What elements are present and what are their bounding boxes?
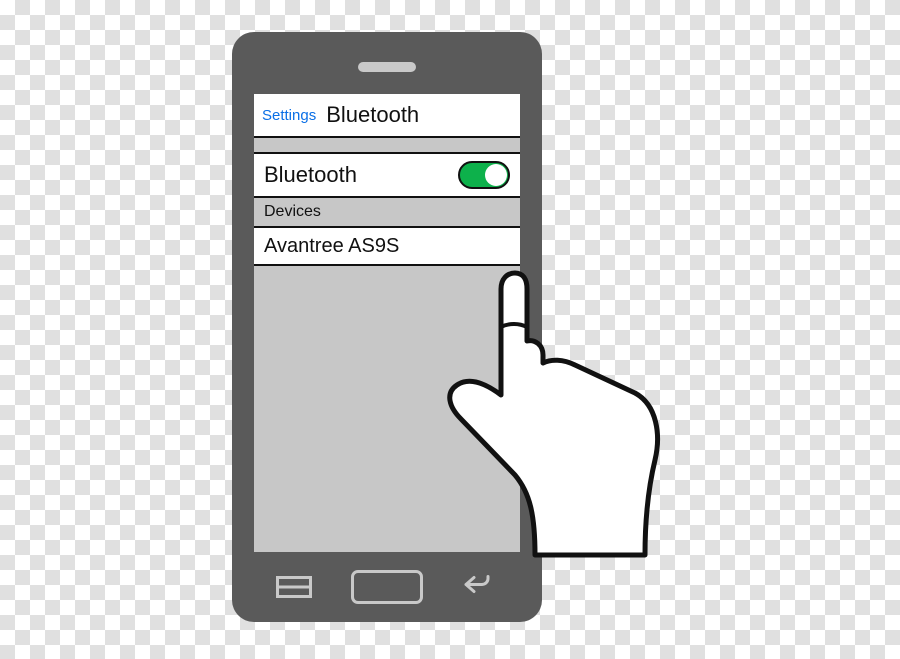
nav-bar bbox=[232, 552, 542, 622]
toggle-knob bbox=[485, 164, 507, 186]
screen: Settings Bluetooth Bluetooth Devices Ava… bbox=[254, 94, 520, 552]
menu-button[interactable] bbox=[276, 576, 312, 598]
bluetooth-toggle[interactable] bbox=[458, 161, 510, 189]
home-button[interactable] bbox=[351, 570, 423, 604]
phone-speaker bbox=[358, 62, 416, 72]
bluetooth-toggle-label: Bluetooth bbox=[264, 162, 357, 188]
header-bar: Settings Bluetooth bbox=[254, 94, 520, 138]
bluetooth-toggle-row[interactable]: Bluetooth bbox=[254, 152, 520, 198]
back-link[interactable]: Settings bbox=[262, 107, 316, 124]
phone-frame: Settings Bluetooth Bluetooth Devices Ava… bbox=[232, 32, 542, 622]
back-button[interactable] bbox=[462, 574, 492, 601]
page-title: Bluetooth bbox=[326, 102, 419, 128]
device-row[interactable]: Avantree AS9S bbox=[254, 228, 520, 266]
devices-section-header: Devices bbox=[254, 198, 520, 228]
